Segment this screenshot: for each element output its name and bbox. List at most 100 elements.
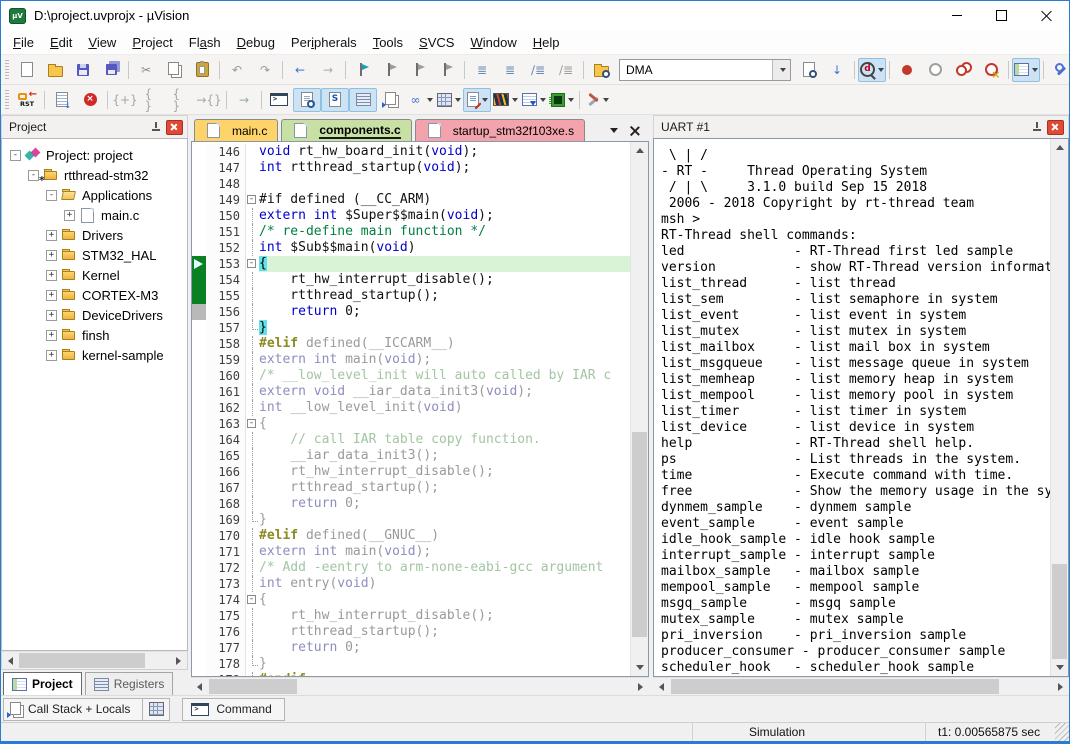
uncomment-selection-button[interactable]: ∕≣: [552, 58, 580, 82]
window-layout-button[interactable]: [1012, 58, 1040, 82]
fold-margin[interactable]: [246, 672, 259, 676]
enable-disable-breakpoint-button[interactable]: [921, 58, 949, 82]
insert-remove-breakpoint-button[interactable]: [893, 58, 921, 82]
scroll-thumb[interactable]: [1052, 564, 1067, 659]
memory-window-button[interactable]: [435, 88, 463, 112]
tab-close-icon[interactable]: [630, 126, 639, 135]
new-file-button[interactable]: [13, 58, 41, 82]
fold-margin[interactable]: -: [246, 192, 259, 208]
fold-margin[interactable]: -: [246, 592, 259, 608]
tree-item-finsh[interactable]: +finsh: [2, 325, 187, 345]
call-stack-window-button[interactable]: [377, 88, 405, 112]
project-panel-close-icon[interactable]: [166, 120, 183, 135]
redo-button[interactable]: ↷: [251, 58, 279, 82]
tab-main-c[interactable]: main.c: [194, 119, 278, 141]
scroll-down-icon[interactable]: [1051, 659, 1068, 676]
tree-item-cortex-m3[interactable]: +CORTEX-M3: [2, 285, 187, 305]
editor-hscrollbar[interactable]: [191, 677, 649, 695]
tree-item-applications[interactable]: -Applications: [2, 185, 187, 205]
scroll-thumb[interactable]: [671, 679, 999, 694]
menu-project[interactable]: Project: [124, 32, 180, 53]
kill-all-breakpoints-button[interactable]: [977, 58, 1005, 82]
paste-button[interactable]: [188, 58, 216, 82]
scroll-up-icon[interactable]: [631, 142, 648, 159]
callstack-locals-tab[interactable]: Call Stack + Locals: [3, 698, 143, 721]
uart-panel-close-icon[interactable]: [1047, 120, 1064, 135]
menu-peripherals[interactable]: Peripherals: [283, 32, 365, 53]
save-all-button[interactable]: [97, 58, 125, 82]
tree-item-rtthread-stm32[interactable]: -*rtthread-stm32: [2, 165, 187, 185]
tree-item-kernel-sample[interactable]: +kernel-sample: [2, 345, 187, 365]
undo-button[interactable]: ↶: [223, 58, 251, 82]
close-button[interactable]: [1024, 1, 1069, 30]
navigate-back-button[interactable]: ←: [286, 58, 314, 82]
scroll-right-icon[interactable]: [170, 652, 187, 669]
fold-collapse-icon[interactable]: -: [247, 195, 256, 204]
registers-window-button[interactable]: [349, 88, 377, 112]
fold-margin[interactable]: [246, 576, 259, 592]
fold-margin[interactable]: [246, 496, 259, 512]
editor-vscrollbar[interactable]: [630, 142, 648, 676]
command-tab[interactable]: > Command: [182, 698, 284, 721]
stop-button[interactable]: ×: [76, 88, 104, 112]
save-button[interactable]: [69, 58, 97, 82]
resize-grip[interactable]: [1055, 723, 1069, 741]
tree-expander-icon[interactable]: -: [46, 190, 57, 201]
disassembly-window-button[interactable]: [293, 88, 321, 112]
menu-help[interactable]: Help: [525, 32, 568, 53]
watch-window-button[interactable]: ∞: [405, 88, 435, 112]
fold-margin[interactable]: [246, 448, 259, 464]
tab-list-dropdown-icon[interactable]: [610, 128, 618, 133]
show-next-statement-button[interactable]: →: [230, 88, 258, 112]
scroll-right-icon[interactable]: [632, 678, 649, 695]
analysis-window-button[interactable]: [491, 88, 520, 112]
project-tree[interactable]: -Project: project-*rtthread-stm32-Applic…: [1, 138, 188, 651]
step-over-button[interactable]: { }: [139, 88, 167, 112]
fold-collapse-icon[interactable]: -: [247, 419, 256, 428]
maximize-button[interactable]: [979, 1, 1024, 30]
comment-selection-button[interactable]: ∕≣: [524, 58, 552, 82]
project-hscrollbar[interactable]: [1, 651, 188, 670]
tree-expander-icon[interactable]: +: [46, 250, 57, 261]
tab-components-c[interactable]: components.c: [281, 119, 411, 141]
fold-margin[interactable]: [246, 480, 259, 496]
disable-all-breakpoints-button[interactable]: [949, 58, 977, 82]
fold-margin[interactable]: [246, 432, 259, 448]
tree-item-kernel[interactable]: +Kernel: [2, 265, 187, 285]
menu-view[interactable]: View: [80, 32, 124, 53]
fold-margin[interactable]: [246, 464, 259, 480]
fold-margin[interactable]: [246, 176, 259, 192]
fold-margin[interactable]: [246, 336, 259, 352]
target-select-dropdown-icon[interactable]: [772, 60, 790, 80]
uart-hscrollbar[interactable]: [653, 677, 1069, 695]
tree-expander-icon[interactable]: +: [46, 350, 57, 361]
fold-collapse-icon[interactable]: -: [247, 595, 256, 604]
fold-margin[interactable]: -: [246, 416, 259, 432]
tree-expander-icon[interactable]: +: [46, 310, 57, 321]
fold-margin[interactable]: [246, 304, 259, 320]
tree-item-stm32-hal[interactable]: +STM32_HAL: [2, 245, 187, 265]
step-out-button[interactable]: { }: [167, 88, 195, 112]
indent-button[interactable]: ≣: [496, 58, 524, 82]
fold-margin[interactable]: [246, 352, 259, 368]
system-viewer-button[interactable]: [548, 88, 576, 112]
tab-project[interactable]: Project: [3, 672, 82, 695]
reset-cpu-button[interactable]: RST: [13, 88, 41, 112]
fold-margin[interactable]: [246, 368, 259, 384]
menu-flash[interactable]: Flash: [181, 32, 229, 53]
menu-file[interactable]: File: [5, 32, 42, 53]
symbols-window-button[interactable]: S: [321, 88, 349, 112]
insert-bookmark-button[interactable]: [349, 58, 377, 82]
toolbar-grip[interactable]: [5, 60, 9, 80]
fold-margin[interactable]: [246, 608, 259, 624]
minimize-button[interactable]: [934, 1, 979, 30]
fold-margin[interactable]: -: [246, 256, 259, 272]
scroll-thumb[interactable]: [632, 432, 647, 637]
trace-window-button[interactable]: [520, 88, 548, 112]
tab-startup-stm32f103xe-s[interactable]: startup_stm32f103xe.s: [415, 119, 585, 141]
code-editor[interactable]: 146void rt_hw_board_init(void);147int rt…: [192, 142, 630, 676]
tree-item-drivers[interactable]: +Drivers: [2, 225, 187, 245]
serial-window-button[interactable]: [463, 88, 491, 112]
scroll-up-icon[interactable]: [1051, 139, 1068, 156]
fold-margin[interactable]: [246, 160, 259, 176]
